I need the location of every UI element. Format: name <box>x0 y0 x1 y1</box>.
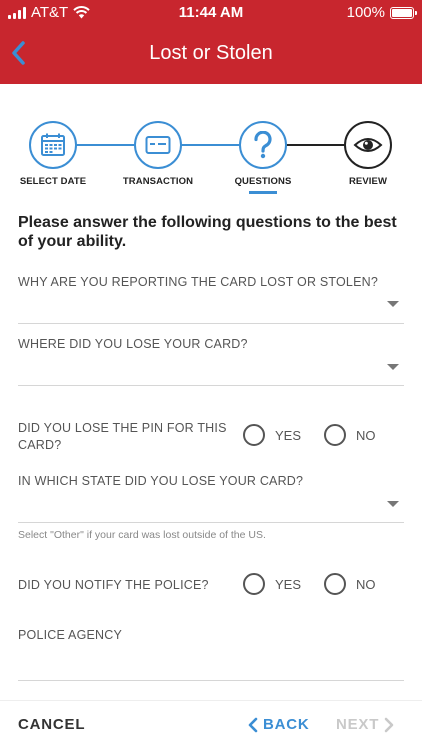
status-bar: AT&T 11:44 AM 100% <box>0 0 422 24</box>
chevron-right-icon <box>384 717 394 732</box>
police-yes-radio[interactable]: YES <box>243 573 301 595</box>
radio-circle-icon[interactable] <box>324 573 347 595</box>
pin-no-radio[interactable]: NO <box>324 424 376 446</box>
reason-select[interactable] <box>18 292 404 324</box>
state-helper-text: Select "Other" if your card was lost out… <box>18 529 266 541</box>
select-underline <box>18 522 404 523</box>
form-heading: Please answer the following questions to… <box>18 214 397 250</box>
progress-stepper: SELECT DATE TRANSACTION QUESTIONS REVIEW <box>0 116 422 196</box>
footer-bar: CANCEL BACK NEXT <box>0 700 422 750</box>
radio-label: YES <box>275 427 302 443</box>
state-select[interactable] <box>18 491 404 523</box>
next-button-label: NEXT <box>336 716 380 733</box>
where-label: WHERE DID YOU LOSE YOUR CARD? <box>18 337 248 351</box>
radio-label: YES <box>275 576 302 592</box>
radio-circle-icon[interactable] <box>324 424 347 446</box>
police-no-radio[interactable]: NO <box>324 573 376 595</box>
chevron-down-icon[interactable] <box>387 301 399 307</box>
state-label: IN WHICH STATE DID YOU LOSE YOUR CARD? <box>18 474 304 488</box>
cellular-signal-icon <box>8 6 26 19</box>
reason-label: WHY ARE YOU REPORTING THE CARD LOST OR S… <box>18 275 378 289</box>
current-step-indicator <box>249 191 277 194</box>
carrier-name: AT&T <box>31 4 69 21</box>
page-title: Lost or Stolen <box>149 42 273 64</box>
nav-header: Lost or Stolen <box>0 24 422 84</box>
pin-yes-radio[interactable]: YES <box>243 424 301 446</box>
agency-label: POLICE AGENCY <box>18 628 123 642</box>
step-label: TRANSACTION <box>122 176 194 187</box>
eye-icon <box>344 121 392 169</box>
step-questions: QUESTIONS <box>218 116 308 194</box>
step-review: REVIEW <box>323 116 413 187</box>
next-button[interactable]: NEXT <box>336 716 394 733</box>
step-label: REVIEW <box>348 176 388 187</box>
wifi-icon <box>73 6 90 19</box>
radio-circle-icon[interactable] <box>243 573 265 595</box>
radio-circle-icon[interactable] <box>243 424 265 446</box>
credit-card-icon <box>134 121 182 169</box>
radio-label: NO <box>356 576 376 592</box>
calendar-icon <box>29 121 77 169</box>
step-label: SELECT DATE <box>19 176 87 187</box>
status-bar-right: 100% <box>346 4 417 21</box>
input-underline <box>18 680 404 681</box>
chevron-down-icon[interactable] <box>387 364 399 370</box>
select-underline <box>18 323 404 324</box>
radio-label: NO <box>356 427 376 443</box>
chevron-down-icon[interactable] <box>387 501 399 507</box>
chevron-left-icon <box>248 717 258 732</box>
step-label: QUESTIONS <box>234 176 292 187</box>
status-bar-left: AT&T <box>8 4 90 21</box>
battery-icon <box>390 6 417 19</box>
step-transaction: TRANSACTION <box>113 116 203 187</box>
battery-percent: 100% <box>346 4 385 21</box>
select-underline <box>18 385 404 386</box>
where-select[interactable] <box>18 354 404 386</box>
cancel-button[interactable]: CANCEL <box>18 716 85 733</box>
agency-input[interactable] <box>18 648 404 680</box>
back-chevron-icon[interactable] <box>6 38 36 68</box>
back-button[interactable]: BACK <box>248 716 310 733</box>
back-button-label: BACK <box>263 716 310 733</box>
police-radio-group: YES NO <box>243 573 399 595</box>
question-mark-icon <box>239 121 287 169</box>
police-label: DID YOU NOTIFY THE POLICE? <box>18 578 209 592</box>
pin-label: DID YOU LOSE THE PIN FOR THIS CARD? <box>18 421 227 452</box>
step-select-date: SELECT DATE <box>8 116 98 187</box>
pin-radio-group: YES NO <box>243 424 399 446</box>
